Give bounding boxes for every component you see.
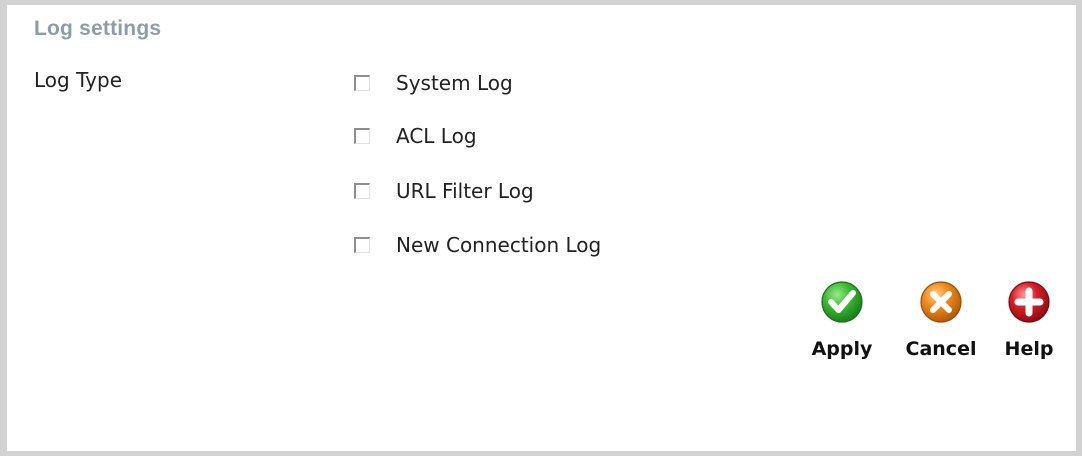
apply-button[interactable]: Apply (802, 280, 882, 360)
url-filter-log-label: URL Filter Log (396, 179, 534, 203)
log-type-label: Log Type (34, 68, 123, 92)
help-button[interactable]: Help (995, 280, 1063, 360)
new-connection-log-checkbox[interactable] (354, 237, 370, 253)
acl-log-label: ACL Log (396, 124, 477, 148)
section-title: Log settings (34, 17, 162, 40)
option-new-connection-log[interactable]: New Connection Log (354, 230, 601, 260)
new-connection-log-label: New Connection Log (396, 233, 602, 257)
option-system-log[interactable]: System Log (354, 68, 513, 98)
log-settings-panel: Log settings Log Type System Log ACL Log… (0, 0, 1082, 456)
x-icon (920, 281, 962, 323)
help-label: Help (1004, 338, 1054, 360)
option-acl-log[interactable]: ACL Log (354, 121, 477, 151)
acl-log-checkbox[interactable] (354, 128, 370, 144)
url-filter-log-checkbox[interactable] (354, 183, 370, 199)
cancel-button[interactable]: Cancel (893, 280, 989, 360)
cancel-label: Cancel (905, 338, 977, 360)
system-log-checkbox[interactable] (354, 75, 370, 91)
plus-icon (1008, 281, 1050, 323)
option-url-filter-log[interactable]: URL Filter Log (354, 176, 534, 206)
apply-label: Apply (811, 338, 873, 360)
check-icon (821, 281, 863, 323)
system-log-label: System Log (396, 71, 513, 95)
